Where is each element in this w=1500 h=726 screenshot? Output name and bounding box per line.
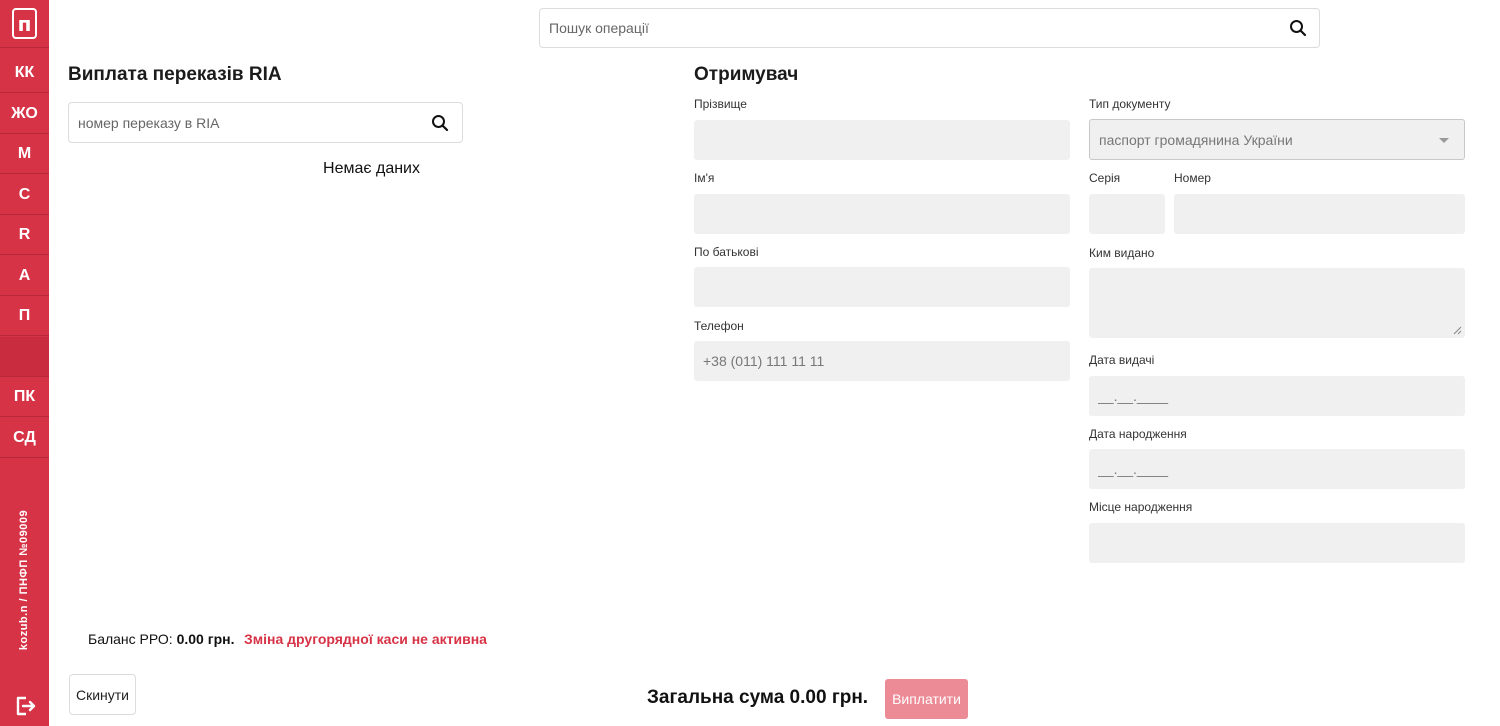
issued-by-label: Ким видано xyxy=(1089,246,1155,260)
search-icon[interactable] xyxy=(1289,19,1307,37)
series-label: Серія xyxy=(1089,171,1121,185)
sidebar-item-zho[interactable]: ЖО xyxy=(0,94,49,134)
issue-date-label: Дата видачі xyxy=(1089,353,1155,367)
pay-button[interactable]: Виплатити xyxy=(885,679,968,719)
sidebar-item-empty[interactable] xyxy=(0,337,49,377)
sidebar-item-pk[interactable]: ПК xyxy=(0,377,49,417)
search-icon[interactable] xyxy=(431,114,449,132)
balance-label: Баланс РРО: xyxy=(88,631,173,647)
operation-search xyxy=(539,8,1320,48)
sidebar-item-m[interactable]: М xyxy=(0,134,49,174)
sidebar-item-kk[interactable]: КК xyxy=(0,53,49,93)
series-field[interactable] xyxy=(1089,194,1165,234)
ria-transfer-search xyxy=(68,102,463,143)
shift-warning: Зміна другорядної каси не активна xyxy=(244,631,487,647)
number-field[interactable] xyxy=(1174,194,1465,234)
empty-state: Немає даних xyxy=(323,160,420,177)
logout-icon xyxy=(16,696,35,716)
sidebar-item-sd[interactable]: СД xyxy=(0,418,49,458)
recipient-title: Отримувач xyxy=(694,64,799,85)
birth-place-label: Місце народження xyxy=(1089,500,1193,514)
doc-type-select[interactable]: паспорт громадянина України xyxy=(1089,119,1465,160)
sidebar-item-r[interactable]: R xyxy=(0,215,49,255)
patronymic-label: По батькові xyxy=(694,245,759,259)
number-label: Номер xyxy=(1174,171,1211,185)
sidebar-item-a[interactable]: А xyxy=(0,256,49,296)
phone-field[interactable] xyxy=(694,341,1070,381)
operation-search-input[interactable] xyxy=(540,9,1280,47)
reset-button[interactable]: Скинути xyxy=(69,674,136,715)
sidebar-item-s[interactable]: С xyxy=(0,175,49,215)
logout-button[interactable] xyxy=(0,686,49,726)
birth-date-field[interactable] xyxy=(1089,449,1465,489)
sidebar-user: kozub.n / ПНФП №09009 xyxy=(0,480,49,680)
surname-label: Прізвище xyxy=(694,97,747,111)
ria-transfer-input[interactable] xyxy=(69,103,419,142)
app-logo[interactable]: п xyxy=(0,0,49,48)
birth-date-label: Дата народження xyxy=(1089,427,1187,441)
sidebar-item-p[interactable]: П xyxy=(0,296,49,336)
patronymic-field[interactable] xyxy=(694,267,1070,307)
birth-place-field[interactable] xyxy=(1089,523,1465,563)
balance-info: Баланс РРО: 0.00 грн. xyxy=(88,631,234,647)
surname-field[interactable] xyxy=(694,120,1070,160)
total-amount: Загальна сума 0.00 грн. xyxy=(647,687,869,708)
sidebar: п КК ЖО М С R А П ПК СД kozub.n / ПНФП №… xyxy=(0,0,49,726)
issued-by-field[interactable] xyxy=(1089,268,1465,338)
balance-value: 0.00 грн. xyxy=(176,631,235,647)
resize-handle-icon[interactable] xyxy=(1453,326,1462,335)
doc-type-label: Тип документу xyxy=(1089,97,1171,111)
issue-date-field[interactable] xyxy=(1089,376,1465,416)
name-field[interactable] xyxy=(694,194,1070,234)
name-label: Ім'я xyxy=(694,171,715,185)
user-label: kozub.n / ПНФП №09009 xyxy=(18,509,31,651)
phone-label: Телефон xyxy=(694,319,744,333)
page-title: Виплата переказів RIA xyxy=(68,64,282,85)
doc-type-value: паспорт громадянина України xyxy=(1099,132,1293,148)
logo-icon: п xyxy=(12,8,37,39)
chevron-down-icon xyxy=(1439,138,1449,143)
